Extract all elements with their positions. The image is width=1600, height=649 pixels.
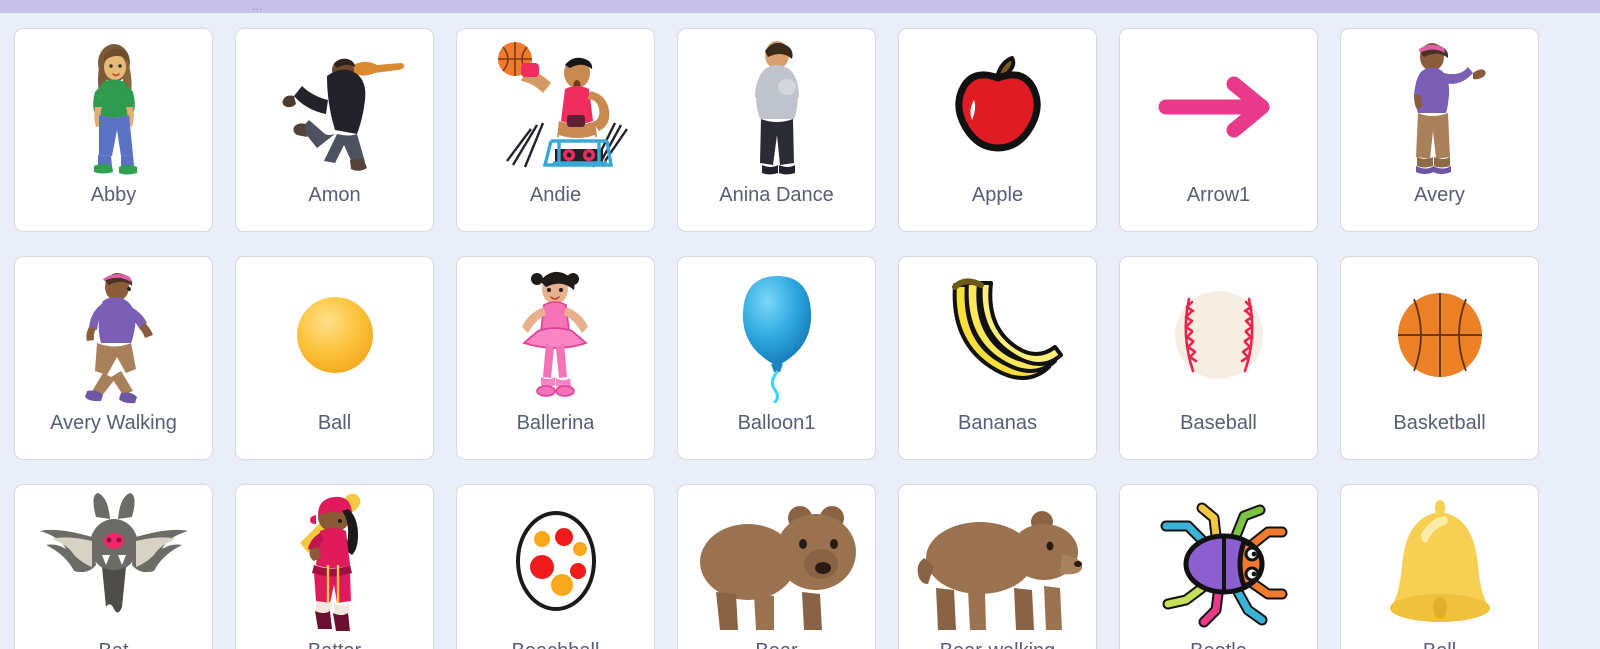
sprite-card-apple[interactable]: Apple (898, 28, 1097, 232)
sprite-label: Andie (529, 184, 582, 206)
sprite-card-anina-dance[interactable]: Anina Dance (677, 28, 876, 232)
sprite-card-bat[interactable]: Bat (14, 484, 213, 649)
sprite-card-baseball[interactable]: Baseball (1119, 256, 1318, 460)
sprite-card-bear[interactable]: Bear (677, 484, 876, 649)
sprite-card-andie[interactable]: Andie (456, 28, 655, 232)
sprite-card-beetle[interactable]: Beetle (1119, 484, 1318, 649)
sprite-card-batter[interactable]: Batter (235, 484, 434, 649)
sprite-card-avery[interactable]: Avery (1340, 28, 1539, 232)
sprite-label: Bananas (958, 412, 1037, 434)
sprite-label: Balloon1 (737, 412, 816, 434)
sprite-card-basketball[interactable]: Basketball (1340, 256, 1539, 460)
sprite-label: Avery Walking (50, 412, 177, 434)
balloon-sprite (677, 257, 876, 409)
sprite-card-bear-walking[interactable]: Bear-walking (898, 484, 1097, 649)
bat-sprite (14, 485, 213, 637)
sprite-card-arrow1[interactable]: Arrow1 (1119, 28, 1318, 232)
sprite-card-ballerina[interactable]: Ballerina (456, 256, 655, 460)
sprite-label: Ballerina (516, 412, 595, 434)
sprite-label: Basketball (1393, 412, 1486, 434)
sprite-label: Arrow1 (1186, 184, 1251, 206)
sprite-card-balloon1[interactable]: Balloon1 (677, 256, 876, 460)
bear-side-sprite (898, 485, 1097, 637)
sprite-label: Batter (308, 637, 361, 649)
girl-waving-sprite (1340, 29, 1539, 181)
girl-standing-sprite (14, 29, 213, 181)
bananas-sprite (898, 257, 1097, 409)
ballerina-sprite (456, 257, 655, 409)
sprite-library-panel: … Abby Amon Andie Anina Dance Apple Arro… (0, 0, 1600, 649)
sprite-card-abby[interactable]: Abby (14, 28, 213, 232)
ball-sprite (235, 257, 434, 409)
sprite-label: Bat (98, 637, 128, 649)
library-header-title: … (252, 1, 263, 13)
sprite-card-amon[interactable]: Amon (235, 28, 434, 232)
library-header-bar: … (0, 0, 1600, 13)
arrow-right-sprite (1119, 29, 1318, 181)
sprite-label: Avery (1414, 184, 1465, 206)
sprite-label: Abby (90, 184, 137, 206)
bell-sprite (1340, 485, 1539, 637)
sprite-card-bell[interactable]: Bell (1340, 484, 1539, 649)
sprite-label: Bell (1423, 637, 1456, 649)
beetle-sprite (1119, 485, 1318, 637)
sprite-label: Amon (308, 184, 361, 206)
sprite-label: Beetle (1190, 637, 1247, 649)
sprite-label: Bear (755, 637, 797, 649)
sprite-label: Anina Dance (719, 184, 834, 206)
sprite-label: Bear-walking (940, 637, 1056, 649)
wheelchair-basketball-sprite (456, 29, 655, 181)
girl-walking-sprite (14, 257, 213, 409)
man-leaning-sprite (235, 29, 434, 181)
beachball-sprite (456, 485, 655, 637)
sprite-label: Beachball (512, 637, 600, 649)
sprite-card-beachball[interactable]: Beachball (456, 484, 655, 649)
batter-sprite (235, 485, 434, 637)
apple-sprite (898, 29, 1097, 181)
basketball-sprite (1340, 257, 1539, 409)
sprite-card-ball[interactable]: Ball (235, 256, 434, 460)
sprite-card-avery-walking[interactable]: Avery Walking (14, 256, 213, 460)
dancer-standing-sprite (677, 29, 876, 181)
sprite-grid[interactable]: Abby Amon Andie Anina Dance Apple Arrow1… (0, 13, 1600, 649)
sprite-card-bananas[interactable]: Bananas (898, 256, 1097, 460)
sprite-label: Baseball (1180, 412, 1257, 434)
baseball-sprite (1119, 257, 1318, 409)
sprite-label: Apple (971, 184, 1024, 206)
bear-front-sprite (677, 485, 876, 637)
sprite-label: Ball (317, 412, 352, 434)
